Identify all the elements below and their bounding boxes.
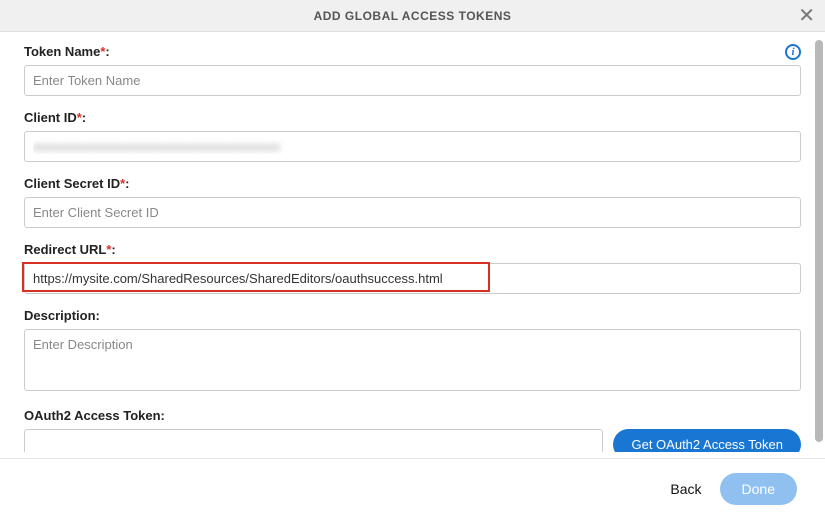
oauth-token-label: OAuth2 Access Token: [24, 408, 165, 423]
dialog-footer: Back Done [0, 458, 825, 519]
redirect-url-label: Redirect URL*: [24, 242, 116, 257]
dialog-header: ADD GLOBAL ACCESS TOKENS ✕ [0, 0, 825, 32]
oauth-token-group: OAuth2 Access Token: Get OAuth2 Access T… [24, 408, 801, 452]
close-button[interactable]: ✕ [798, 6, 815, 26]
scrollbar-thumb[interactable] [815, 40, 823, 442]
client-secret-input[interactable] [24, 197, 801, 228]
client-id-label: Client ID*: [24, 110, 86, 125]
client-id-input[interactable] [24, 131, 801, 162]
close-icon: ✕ [798, 5, 815, 27]
description-group: Description: [24, 308, 801, 394]
dialog-content: Token Name*: Client ID*: Client Secret I… [0, 32, 825, 452]
client-secret-label: Client Secret ID*: [24, 176, 130, 191]
redirect-url-group: Redirect URL*: [24, 242, 801, 294]
done-button[interactable]: Done [720, 473, 797, 505]
token-name-input[interactable] [24, 65, 801, 96]
description-input[interactable] [24, 329, 801, 391]
token-name-label: Token Name*: [24, 44, 110, 59]
back-button[interactable]: Back [670, 481, 701, 497]
token-name-group: Token Name*: [24, 44, 801, 96]
oauth-token-input[interactable] [24, 429, 603, 452]
oauth-token-row: Get OAuth2 Access Token [24, 429, 801, 452]
dialog-title: ADD GLOBAL ACCESS TOKENS [314, 9, 512, 23]
redirect-url-input[interactable] [24, 263, 801, 294]
get-oauth-token-button[interactable]: Get OAuth2 Access Token [613, 429, 801, 452]
description-label: Description: [24, 308, 100, 323]
client-id-group: Client ID*: [24, 110, 801, 162]
client-secret-group: Client Secret ID*: [24, 176, 801, 228]
